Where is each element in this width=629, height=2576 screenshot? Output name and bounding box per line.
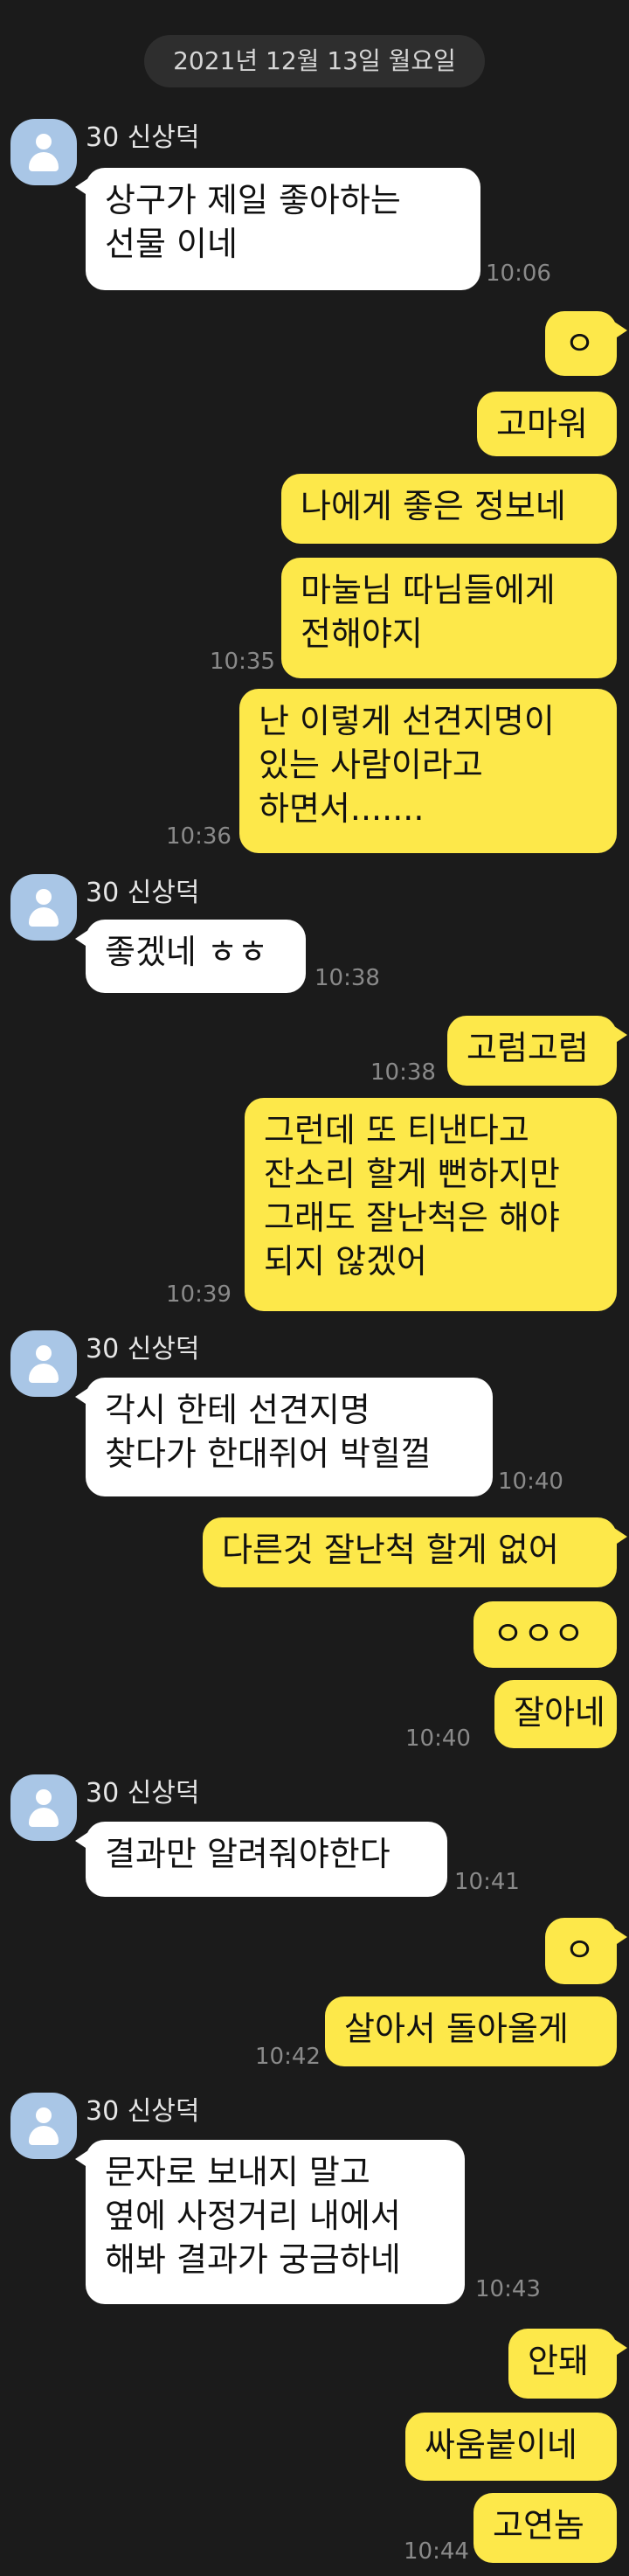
message-line: 전해야지 — [301, 614, 423, 653]
message-line: 난 이렇게 선견지명이 — [259, 702, 555, 740]
message-timestamp: 10:43 — [475, 2276, 541, 2302]
sender-avatar-icon[interactable] — [10, 1330, 77, 1397]
message-line: 해봐 결과가 궁금하네 — [105, 2240, 401, 2279]
message-bubble-outgoing[interactable]: ㅇㅇㅇ — [473, 1601, 617, 1668]
message-timestamp: 10:42 — [255, 2044, 321, 2070]
message-bubble-outgoing[interactable]: 잘아네 — [494, 1680, 617, 1748]
message-bubble-outgoing[interactable]: 마눌님 따님들에게 전해야지 — [281, 558, 617, 678]
message-bubble-outgoing[interactable]: 난 이렇게 선견지명이 있는 사람이라고 하면서....... — [239, 689, 617, 853]
message-timestamp: 10:38 — [314, 965, 380, 991]
message-bubble-incoming[interactable]: 문자로 보내지 말고 옆에 사정거리 내에서 해봐 결과가 궁금하네 — [75, 2140, 465, 2304]
message-line: 선물 이네 — [105, 225, 238, 263]
message-line: 하면서....... — [259, 789, 425, 828]
message-bubble-incoming[interactable]: 결과만 알려줘야한다 — [75, 1822, 447, 1897]
sender-name: 30 신상덕 — [86, 122, 200, 153]
message-bubble-outgoing[interactable]: 싸움붙이네 — [405, 2413, 617, 2481]
message-line: 옆에 사정거리 내에서 — [105, 2197, 401, 2235]
message-bubble-outgoing[interactable]: 나에게 좋은 정보네 — [281, 474, 617, 544]
message-line: 마눌님 따님들에게 — [301, 571, 556, 609]
message-bubble-outgoing[interactable]: 고마워 — [477, 392, 617, 456]
message-bubble-outgoing[interactable]: 안돼 — [508, 2329, 627, 2399]
message-line: 되지 않겠어 — [264, 1242, 427, 1281]
message-timestamp: 10:35 — [210, 649, 275, 675]
message-bubble-incoming[interactable]: 좋겠네 ㅎㅎ — [75, 920, 306, 993]
sender-avatar-icon[interactable] — [10, 1774, 77, 1841]
sender-name: 30 신상덕 — [86, 2096, 200, 2127]
message-timestamp: 10:40 — [405, 1725, 471, 1752]
message-timestamp: 10:36 — [166, 823, 232, 850]
message-bubble-outgoing[interactable]: 고럼고럼 — [447, 1016, 627, 1086]
message-bubble-incoming[interactable]: 상구가 제일 좋아하는 선물 이네 — [75, 168, 480, 290]
message-line: 그래도 잘난척은 해야 — [264, 1198, 560, 1237]
message-line: 상구가 제일 좋아하는 — [105, 181, 401, 219]
sender-name: 30 신상덕 — [86, 1778, 200, 1809]
message-bubble-outgoing[interactable]: ㅇ — [545, 311, 627, 376]
sender-avatar-icon[interactable] — [10, 2093, 77, 2159]
message-timestamp: 10:41 — [454, 1869, 520, 1895]
message-bubble-outgoing[interactable]: ㅇ — [545, 1918, 627, 1984]
sender-avatar-icon[interactable] — [10, 874, 77, 941]
message-line: 그런데 또 티낸다고 — [264, 1111, 529, 1149]
message-timestamp: 10:39 — [166, 1281, 232, 1308]
message-timestamp: 10:40 — [498, 1469, 563, 1495]
message-timestamp: 10:38 — [370, 1059, 436, 1086]
message-line: 있는 사람이라고 — [259, 746, 483, 784]
message-bubble-outgoing[interactable]: 고연놈 — [473, 2493, 617, 2563]
message-timestamp: 10:06 — [486, 260, 551, 287]
date-divider: 2021년 12월 13일 월요일 — [144, 35, 485, 87]
message-line: 찾다가 한대쥐어 박힐껄 — [105, 1434, 432, 1473]
message-timestamp: 10:44 — [404, 2538, 469, 2565]
message-line: 잔소리 할게 뻔하지만 — [264, 1155, 560, 1193]
sender-avatar-icon[interactable] — [10, 119, 77, 185]
message-bubble-incoming[interactable]: 각시 한테 선견지명 찾다가 한대쥐어 박힐껄 — [75, 1378, 493, 1496]
message-line: 각시 한테 선견지명 — [105, 1391, 370, 1429]
message-bubble-outgoing[interactable]: 그런데 또 티낸다고 잔소리 할게 뻔하지만 그래도 잘난척은 해야 되지 않겠… — [245, 1098, 617, 1311]
message-line: 문자로 보내지 말고 — [105, 2153, 370, 2191]
sender-name: 30 신상덕 — [86, 1334, 200, 1364]
message-bubble-outgoing[interactable]: 살아서 돌아올게 — [325, 1996, 617, 2066]
sender-name: 30 신상덕 — [86, 878, 200, 908]
message-bubble-outgoing[interactable]: 다른것 잘난척 할게 없어 — [203, 1517, 627, 1587]
